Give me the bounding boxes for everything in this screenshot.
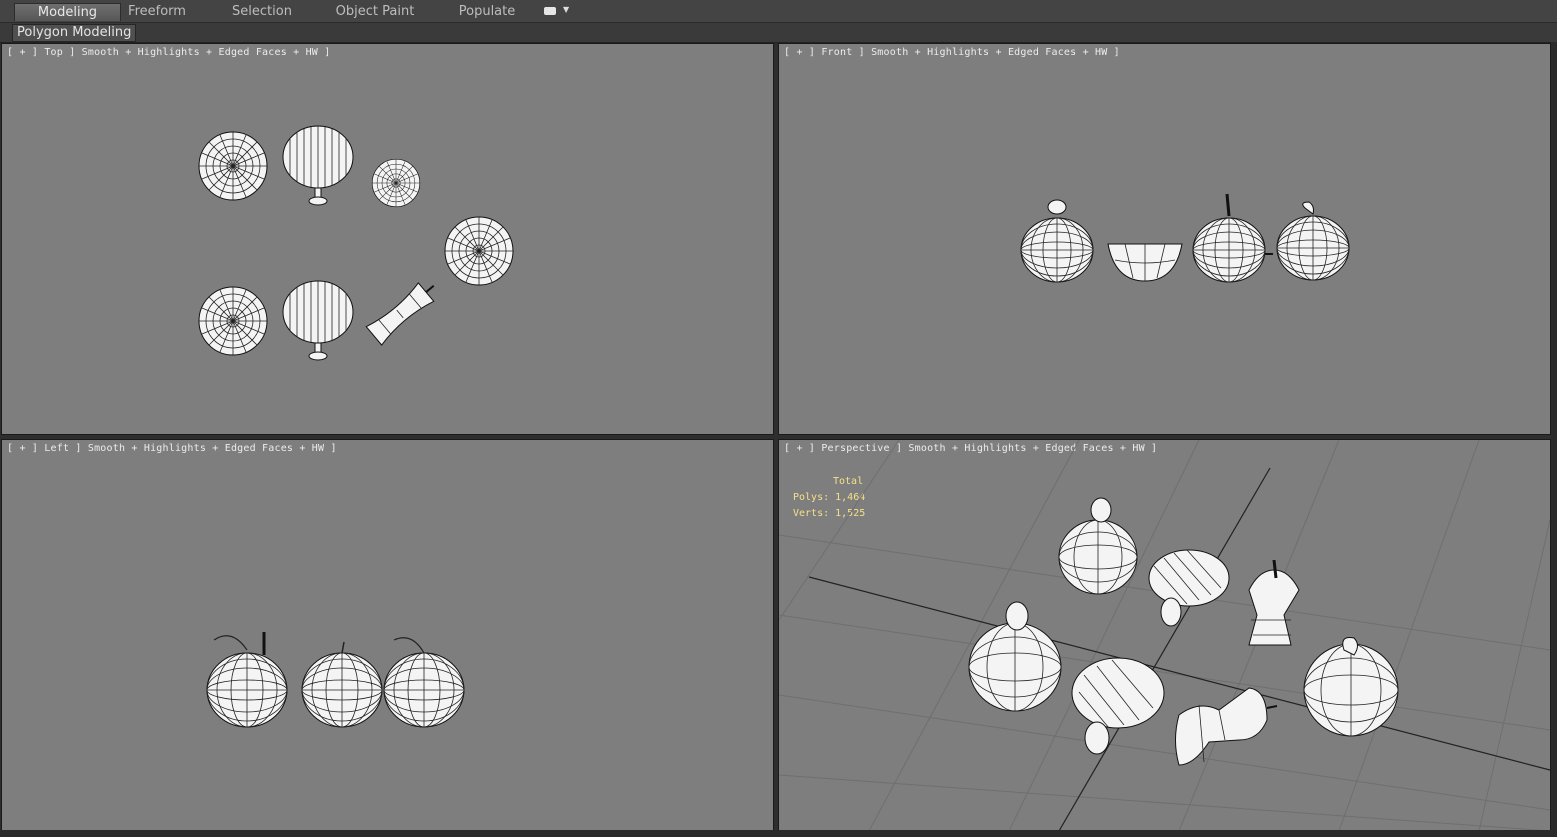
apple-slice-front[interactable] xyxy=(1107,243,1183,282)
polygon-modeling-button[interactable]: Polygon Modeling xyxy=(12,24,137,42)
apple-core-persp-1[interactable] xyxy=(1248,559,1300,646)
apple-front-2[interactable] xyxy=(1276,215,1350,281)
viewport-front-scene xyxy=(1020,193,1350,283)
tab-modeling[interactable]: Modeling xyxy=(14,3,121,21)
apple-slice-top-2[interactable] xyxy=(282,280,354,361)
viewport-top[interactable]: [ + ] Top ] Smooth + Highlights + Edged … xyxy=(1,43,774,435)
tab-selection[interactable]: Selection xyxy=(217,3,307,20)
apple-core-front[interactable] xyxy=(1192,193,1273,283)
right-edge-scroll-strip xyxy=(1551,42,1557,837)
viewport-top-scene xyxy=(198,125,514,361)
apple-persp-1[interactable] xyxy=(1058,497,1138,595)
chevron-down-icon[interactable]: ▼ xyxy=(563,5,569,14)
apple-left-3[interactable] xyxy=(383,637,465,728)
apple-left-1[interactable] xyxy=(206,632,288,728)
apple-persp-3[interactable] xyxy=(1303,637,1399,737)
apple-top-2[interactable] xyxy=(444,216,514,286)
tab-freeform[interactable]: Freeform xyxy=(112,3,202,20)
apple-core-top[interactable] xyxy=(371,158,421,208)
viewport-perspective-scene xyxy=(779,440,1550,831)
apple-top-3[interactable] xyxy=(198,286,268,356)
tab-object-paint[interactable]: Object Paint xyxy=(325,3,425,20)
ribbon-panel-bar: Polygon Modeling xyxy=(0,23,1557,43)
apple-slice-persp-1[interactable] xyxy=(1148,549,1230,627)
apple-left-2[interactable] xyxy=(301,641,383,728)
apple-slice-persp-2[interactable] xyxy=(1071,657,1165,755)
ribbon-options-icon[interactable] xyxy=(544,7,556,15)
apple-slice-top-1[interactable] xyxy=(282,125,354,206)
viewport-left[interactable]: [ + ] Left ] Smooth + Highlights + Edged… xyxy=(1,439,774,832)
perspective-grid xyxy=(779,440,1550,831)
viewport-left-scene xyxy=(206,632,465,728)
viewport-perspective[interactable]: [ + ] Perspective ] Smooth + Highlights … xyxy=(778,439,1551,832)
bottom-timeline-strip xyxy=(0,830,1557,837)
ribbon-tab-bar: Modeling Freeform Selection Object Paint… xyxy=(0,0,1557,23)
apple-front-1[interactable] xyxy=(1020,217,1094,283)
apple-top-1[interactable] xyxy=(198,131,268,201)
apple-core-persp-2[interactable] xyxy=(1175,687,1278,766)
viewport-front[interactable]: [ + ] Front ] Smooth + Highlights + Edge… xyxy=(778,43,1551,435)
apple-core-top-2[interactable] xyxy=(365,277,441,346)
tab-populate[interactable]: Populate xyxy=(442,3,532,20)
